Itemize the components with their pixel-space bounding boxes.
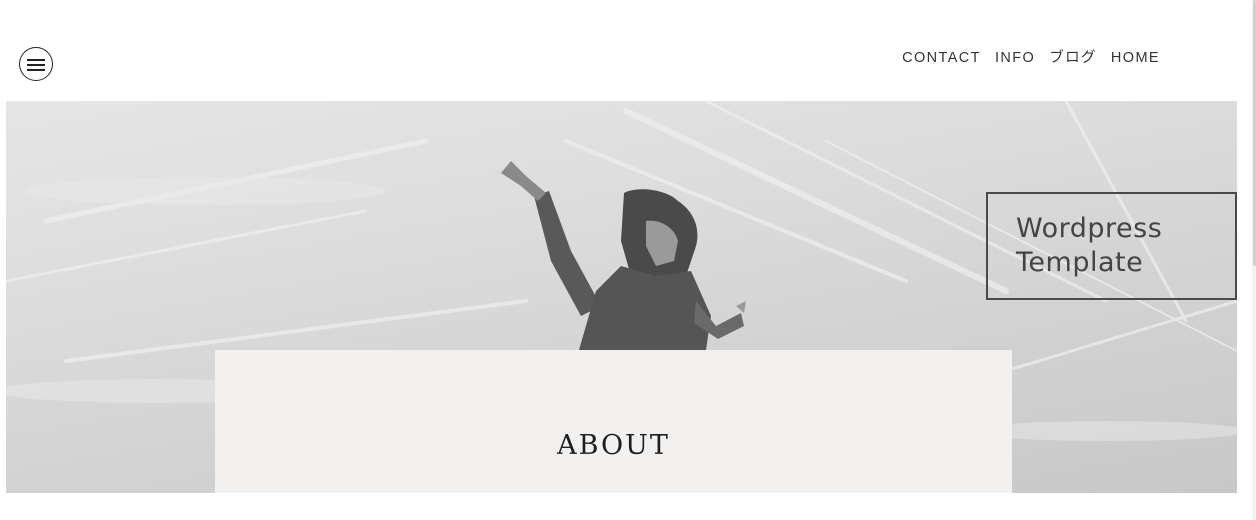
hamburger-menu-icon[interactable] <box>19 47 53 81</box>
about-card: ABOUT <box>215 350 1012 493</box>
main-nav: CONTACT INFO ブログ HOME <box>902 49 1160 67</box>
brand-box: Wordpress Template <box>986 192 1237 300</box>
about-title: ABOUT <box>557 430 670 461</box>
scrollbar[interactable] <box>1252 0 1256 520</box>
nav-home[interactable]: HOME <box>1111 49 1160 67</box>
brand-title: Wordpress Template <box>1016 213 1163 278</box>
menu-bar <box>27 69 45 71</box>
nav-contact[interactable]: CONTACT <box>902 49 981 67</box>
nav-info[interactable]: INFO <box>995 49 1035 67</box>
menu-bar <box>27 59 45 61</box>
hero-section: Wordpress Template ABOUT <box>6 101 1237 493</box>
menu-bar <box>27 64 45 66</box>
nav-blog[interactable]: ブログ <box>1049 49 1097 67</box>
figure-silhouette <box>501 161 746 350</box>
page: CONTACT INFO ブログ HOME Wordpress Template… <box>0 0 1256 520</box>
